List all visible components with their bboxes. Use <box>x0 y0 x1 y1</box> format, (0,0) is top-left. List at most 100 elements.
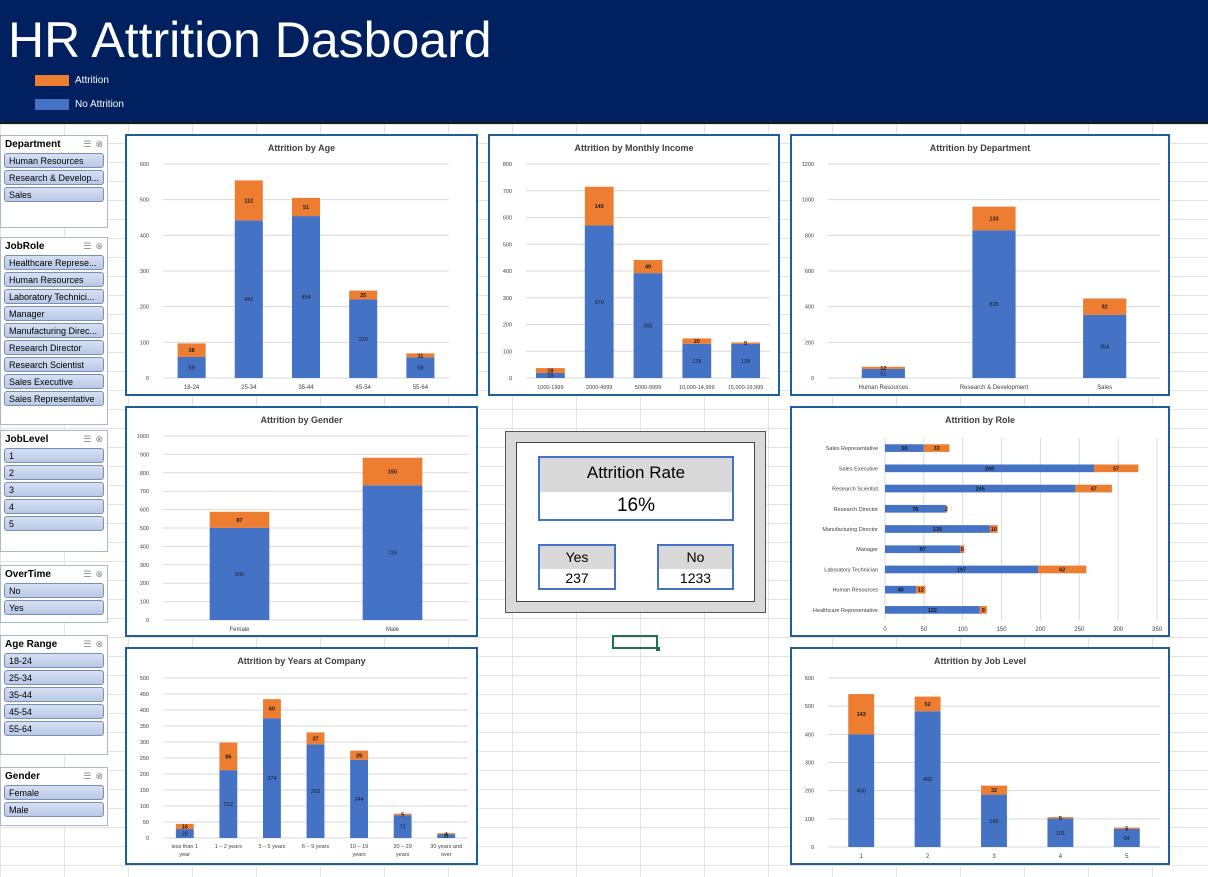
no-value: 1233 <box>679 570 712 586</box>
x-category-label: years <box>352 852 366 858</box>
clear-filter-icon[interactable]: ⊗ <box>95 639 103 650</box>
x-category-label: 18-24 <box>184 385 200 391</box>
y-tick-label: 300 <box>140 563 149 569</box>
slicer-item[interactable]: 35-44 <box>4 687 104 702</box>
y-tick-label: 300 <box>140 740 149 746</box>
chart-plot: 0 200 400 600 800 1000 1200 5112 Human Resources… <box>802 162 1160 391</box>
slicer-item[interactable]: Sales Representative <box>4 391 104 406</box>
slicer-item[interactable]: 25-34 <box>4 670 104 685</box>
y-tick-label: 1000 <box>137 434 149 440</box>
data-label: 150 <box>388 470 397 476</box>
slicer-item[interactable]: 18-24 <box>4 653 104 668</box>
y-tick-label: 400 <box>503 269 512 275</box>
x-category-label: 2000-4999 <box>586 385 612 391</box>
kpi-inner: Attrition Rate 16% Yes 237 No 1233 <box>516 442 755 602</box>
slicer-item[interactable]: Laboratory Technici... <box>4 289 104 304</box>
data-label: 112 <box>244 198 253 204</box>
multi-select-icon[interactable]: ☰ <box>83 639 91 650</box>
x-category-label: Sales <box>1097 385 1112 391</box>
multi-select-icon[interactable]: ☰ <box>83 771 91 782</box>
slicer-item[interactable]: 45-54 <box>4 704 104 719</box>
y-tick-label: 100 <box>805 817 814 823</box>
y-category-label: Human Resources <box>832 588 878 594</box>
slicer-item[interactable]: Research Scientist <box>4 357 104 372</box>
clear-filter-icon[interactable]: ⊗ <box>95 241 103 252</box>
slicer-item[interactable]: Healthcare Represe... <box>4 255 104 270</box>
x-category-label: 45-54 <box>356 385 372 391</box>
slicer-item[interactable]: Research & Develop... <box>4 170 104 185</box>
slicer-item[interactable]: Research Director <box>4 340 104 355</box>
attrition-no-card: No 1233 <box>657 544 734 590</box>
multi-select-icon[interactable]: ☰ <box>83 434 91 445</box>
data-label: 392 <box>643 324 652 330</box>
data-label: 50 <box>901 446 907 452</box>
y-category-label: Research Director <box>834 507 878 513</box>
slicer-item[interactable]: 55-64 <box>4 721 104 736</box>
data-label: 269 <box>985 466 994 472</box>
data-label: 143 <box>857 712 866 718</box>
x-category-label: 6 – 9 years <box>302 844 329 850</box>
y-tick-label: 800 <box>503 162 512 168</box>
data-label: 87 <box>236 518 242 524</box>
x-tick-label: 250 <box>1074 627 1085 633</box>
y-tick-label: 400 <box>805 732 814 738</box>
clear-filter-icon[interactable]: ⊗ <box>95 771 103 782</box>
slicer-item[interactable]: 2 <box>4 465 104 480</box>
slicer-item[interactable]: Sales Executive <box>4 374 104 389</box>
y-tick-label: 50 <box>143 820 149 826</box>
y-tick-label: 100 <box>140 340 149 346</box>
data-label: 244 <box>354 797 363 803</box>
slicer-department: Department ☰ ⊗ Human Resources Research & … <box>0 135 108 228</box>
slicer-item[interactable]: 1 <box>4 448 104 463</box>
y-category-label: Sales Executive <box>839 466 878 472</box>
slicer-item[interactable]: 5 <box>4 516 104 531</box>
y-tick-label: 600 <box>140 508 149 514</box>
data-label: 186 <box>989 819 998 825</box>
kpi-panel: Attrition Rate 16% Yes 237 No 1233 <box>505 431 766 613</box>
data-label: 5 <box>961 547 964 553</box>
y-tick-label: 200 <box>805 789 814 795</box>
slicer-item[interactable]: Manager <box>4 306 104 321</box>
x-category-label: 15,000-19,999 <box>728 385 763 391</box>
slicer-item[interactable]: Human Resources <box>4 272 104 287</box>
data-label: 10 <box>991 527 997 533</box>
data-label: 733 <box>388 551 397 557</box>
y-category-label: Laboratory Technician <box>824 567 878 573</box>
y-tick-label: 150 <box>140 788 149 794</box>
data-label: 5 <box>401 812 404 818</box>
clear-filter-icon[interactable]: ⊗ <box>95 569 103 580</box>
multi-select-icon[interactable]: ☰ <box>83 139 91 150</box>
slicer-item[interactable]: Male <box>4 802 104 817</box>
x-tick-label: 350 <box>1152 627 1163 633</box>
slicer-item[interactable]: 4 <box>4 499 104 514</box>
yes-value: 237 <box>565 570 589 586</box>
data-label: 40 <box>897 588 903 594</box>
x-tick-label: 100 <box>958 627 969 633</box>
slicer-item[interactable]: No <box>4 583 104 598</box>
x-category-label: 2 <box>926 854 930 860</box>
slicer-item[interactable]: 3 <box>4 482 104 497</box>
data-label: 122 <box>928 608 937 614</box>
slicer-item[interactable]: Female <box>4 785 104 800</box>
y-tick-label: 1200 <box>802 162 814 168</box>
slicer-gender: Gender ☰ ⊗ Female Male <box>0 767 108 826</box>
data-label: 38 <box>189 348 195 354</box>
slicer-item[interactable]: Human Resources <box>4 153 104 168</box>
multi-select-icon[interactable]: ☰ <box>83 569 91 580</box>
selected-cell[interactable] <box>612 635 660 651</box>
multi-select-icon[interactable]: ☰ <box>83 241 91 252</box>
slicer-item[interactable]: Manufacturing Direc... <box>4 323 104 338</box>
chart-plot: 010020030040050060070080019181000-199957… <box>503 162 770 391</box>
y-tick-label: 400 <box>140 708 149 714</box>
data-label: 57 <box>1113 466 1119 472</box>
clear-filter-icon[interactable]: ⊗ <box>95 434 103 445</box>
slicer-title: Gender <box>5 771 41 782</box>
y-category-label: Research Scientist <box>832 487 878 493</box>
y-tick-label: 800 <box>140 471 149 477</box>
y-category-label: Sales Representative <box>826 446 878 452</box>
y-tick-label: 1000 <box>802 198 814 204</box>
slicer-item[interactable]: Yes <box>4 600 104 615</box>
clear-filter-icon[interactable]: ⊗ <box>95 139 103 150</box>
y-tick-label: 600 <box>805 269 814 275</box>
slicer-item[interactable]: Sales <box>4 187 104 202</box>
